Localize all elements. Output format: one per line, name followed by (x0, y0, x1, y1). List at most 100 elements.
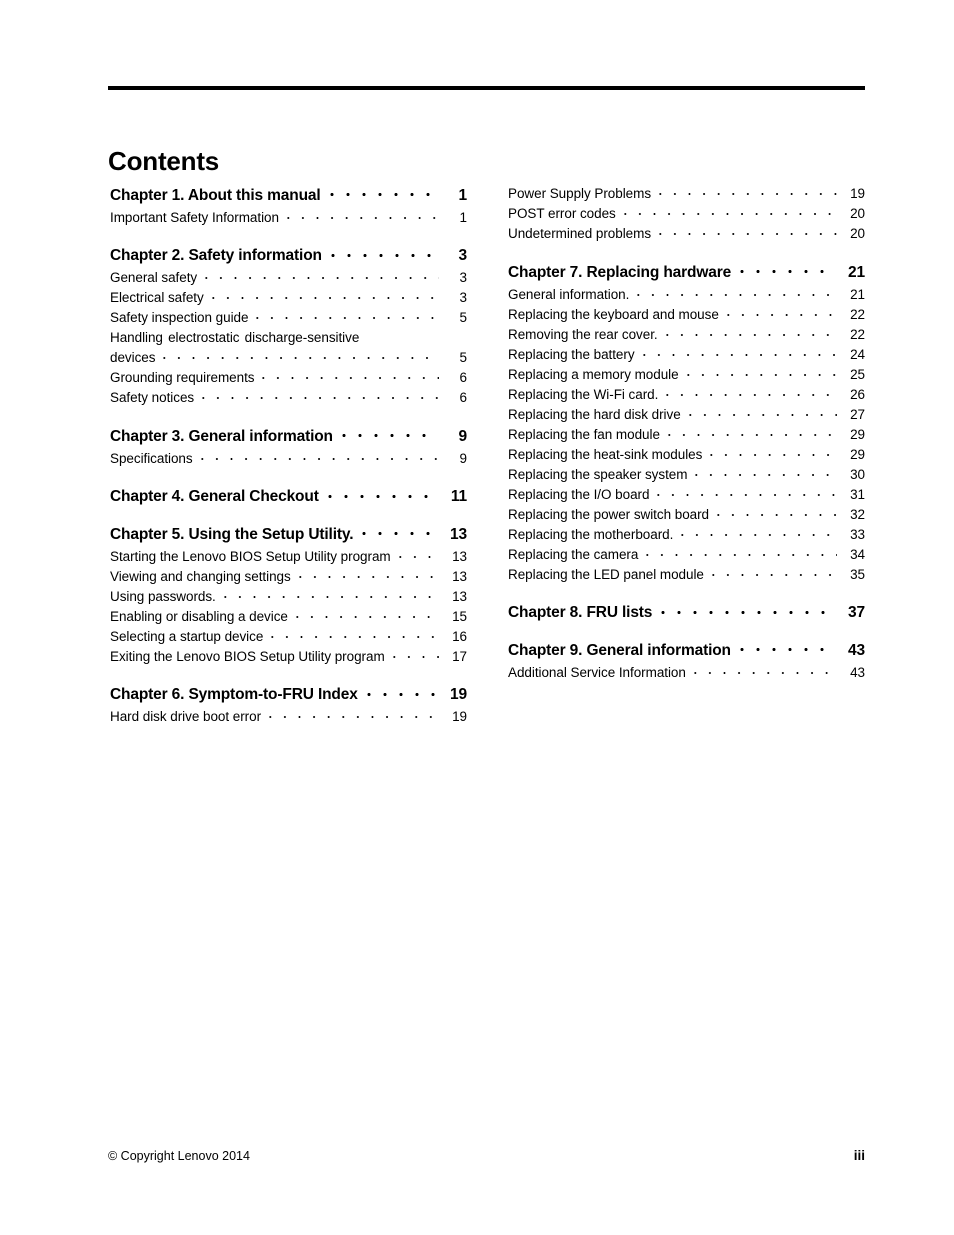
dot-leader (704, 445, 837, 459)
toc-entry[interactable]: Replacing the battery 24 (508, 345, 865, 365)
toc-entry-label: POST error codes (508, 206, 616, 221)
toc-entry-page: 34 (850, 546, 865, 562)
toc-entry-label: Safety notices (110, 390, 195, 405)
toc-entry[interactable]: Replacing the speaker system 30 (508, 465, 865, 485)
toc-chapter-page: 21 (848, 263, 865, 281)
page-title: Contents (108, 146, 220, 177)
toc-chapter-label: Chapter 6. Symptom-to-FRU Index (110, 686, 358, 703)
dot-leader (640, 545, 837, 559)
toc-entry-label: Additional Service Information (508, 664, 686, 680)
dot-leader (660, 385, 837, 399)
toc-entry[interactable]: Viewing and changing settings 13 (110, 567, 467, 587)
toc-entry-page: 25 (850, 366, 865, 382)
dot-leader (157, 349, 439, 363)
toc-entry[interactable]: Power Supply Problems 19 (508, 184, 865, 204)
toc-entry[interactable]: Replacing the Wi-Fi card. 26 (508, 385, 865, 405)
toc-chapter[interactable]: Chapter 7. Replacing hardware 21 (508, 261, 865, 282)
toc-entry[interactable]: Additional Service Information 43 (508, 663, 865, 683)
toc-chapter[interactable]: Chapter 6. Symptom-to-FRU Index 19 (110, 684, 467, 705)
header-rule (108, 86, 865, 90)
toc-chapter[interactable]: Chapter 8. FRU lists 37 (508, 602, 865, 623)
toc-entry[interactable]: Selecting a startup device 16 (110, 627, 467, 647)
toc-chapter[interactable]: Chapter 2. Safety information 3 (110, 245, 467, 266)
dot-leader (680, 365, 837, 379)
toc-chapter[interactable]: Chapter 3. General information 9 (110, 425, 467, 446)
dot-leader (194, 449, 439, 463)
toc-entry[interactable]: Replacing the fan module 29 (508, 425, 865, 445)
dot-leader (675, 525, 837, 539)
toc-entry-page: 20 (850, 206, 865, 221)
toc-entry-page: 19 (452, 709, 467, 724)
toc-chapter[interactable]: Chapter 9. General information 43 (508, 639, 865, 660)
toc-entry-page: 9 (459, 450, 468, 466)
toc-entry[interactable]: Grounding requirements 6 (110, 368, 467, 388)
toc-entry[interactable]: Replacing the I/O board 31 (508, 485, 865, 505)
toc-entry-page: 16 (452, 628, 467, 644)
toc-entry[interactable]: Removing the rear cover. 22 (508, 325, 865, 345)
toc-entry[interactable]: General safety 3 (110, 268, 467, 288)
toc-chapter[interactable]: Chapter 4. General Checkout 11 (110, 486, 467, 507)
toc-entry[interactable]: Replacing the camera 34 (508, 545, 865, 565)
toc-entry[interactable]: devices 5 (110, 348, 467, 368)
dot-leader (734, 261, 835, 277)
toc-entry[interactable]: Replacing the LED panel module 35 (508, 565, 865, 585)
toc-entry[interactable]: POST error codes 20 (508, 204, 865, 224)
dot-leader (687, 663, 837, 677)
toc-entry-page: 32 (850, 506, 865, 522)
dot-leader (392, 547, 439, 561)
toc-chapter-label: Chapter 7. Replacing hardware (508, 263, 732, 281)
toc-entry[interactable]: Using passwords. 13 (110, 587, 467, 607)
toc-entry[interactable]: Replacing the power switch board 32 (508, 505, 865, 525)
toc-entry[interactable]: Hard disk drive boot error 19 (110, 707, 467, 727)
toc-entry-label: Replacing the camera (508, 546, 639, 562)
toc-entry[interactable]: Specifications 9 (110, 449, 467, 469)
toc-chapter-page: 9 (458, 427, 468, 445)
dot-leader (705, 565, 837, 579)
toc-entry[interactable]: Replacing the heat-sink modules 29 (508, 445, 865, 465)
toc-entry[interactable]: Exiting the Lenovo BIOS Setup Utility pr… (110, 647, 467, 667)
toc-chapter-label: Chapter 3. General information (110, 427, 333, 445)
toc-entry[interactable]: Electrical safety 3 (110, 288, 467, 308)
toc-chapter[interactable]: Chapter 5. Using the Setup Utility. 13 (110, 523, 467, 544)
copyright-notice: © Copyright Lenovo 2014 (108, 1149, 250, 1163)
toc-entry[interactable]: Replacing the motherboard. 33 (508, 525, 865, 545)
dot-leader (360, 684, 437, 700)
toc-entry-label: Replacing the I/O board (508, 486, 650, 502)
toc-entry-label: Power Supply Problems (508, 186, 652, 201)
toc-entry[interactable]: Safety inspection guide 5 (110, 308, 467, 328)
toc-entry-page: 35 (850, 566, 865, 582)
toc-entry-page: 6 (459, 370, 468, 385)
dot-leader (651, 485, 837, 499)
dot-leader (356, 523, 437, 539)
toc-entry[interactable]: Safety notices 6 (110, 388, 467, 408)
toc-entry[interactable]: General information. 21 (508, 285, 865, 305)
toc-entry-label: Replacing the hard disk drive (508, 406, 681, 422)
toc-entry-page: 1 (459, 209, 468, 225)
toc-entry-label: Replacing the battery (508, 346, 635, 362)
toc-entry[interactable]: Replacing the hard disk drive 27 (508, 405, 865, 425)
dot-leader (217, 587, 439, 601)
toc-chapter-page: 11 (450, 488, 467, 505)
toc-chapter-label: Chapter 4. General Checkout (110, 488, 319, 505)
dot-leader (711, 505, 837, 519)
toc-entry-label: Replacing the motherboard. (508, 526, 674, 542)
dot-leader (280, 208, 439, 222)
toc-entry[interactable]: Starting the Lenovo BIOS Setup Utility p… (110, 547, 467, 567)
toc-entry[interactable]: Replacing a memory module 25 (508, 365, 865, 385)
dot-leader (324, 245, 437, 261)
toc-chapter-page: 3 (458, 247, 468, 264)
toc-entry[interactable]: Important Safety Information 1 (110, 208, 467, 228)
toc-entry-page: 31 (850, 486, 865, 502)
toc-entry-page: 13 (452, 568, 467, 584)
toc-entry[interactable]: Undetermined problems 20 (508, 224, 865, 244)
toc-entry-label-line1: Handling electrostatic discharge-sensiti… (110, 330, 360, 345)
dot-leader (323, 184, 437, 200)
toc-entry-page: 26 (850, 386, 865, 402)
toc-entry-label: Replacing the keyboard and mouse (508, 306, 719, 322)
toc-chapter[interactable]: Chapter 1. About this manual 1 (110, 184, 467, 205)
toc-entry[interactable]: Enabling or disabling a device 15 (110, 607, 467, 627)
toc-entry[interactable]: Replacing the keyboard and mouse 22 (508, 305, 865, 325)
toc-entry-page: 21 (850, 286, 865, 302)
toc-entry-label: General safety (110, 270, 198, 285)
dot-leader (636, 345, 837, 359)
